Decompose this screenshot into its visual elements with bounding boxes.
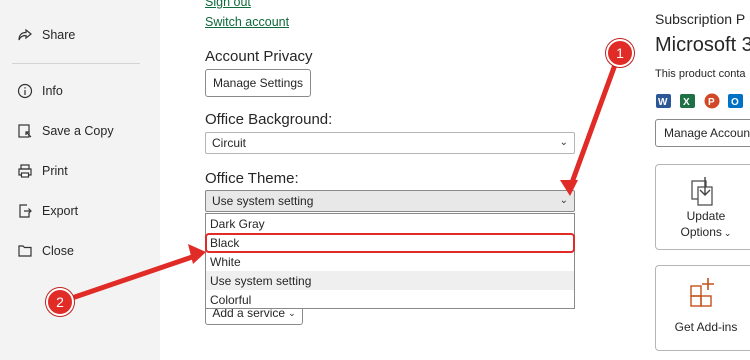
annotation-arrows [69, 59, 619, 301]
arrow-to-black-option [69, 252, 201, 301]
step-2-badge: 2 [46, 288, 74, 316]
arrow-head-1 [560, 180, 578, 196]
arrow-to-theme-dropdown [567, 59, 619, 191]
arrow-head-2 [188, 244, 206, 264]
step-1-badge: 1 [606, 39, 634, 67]
